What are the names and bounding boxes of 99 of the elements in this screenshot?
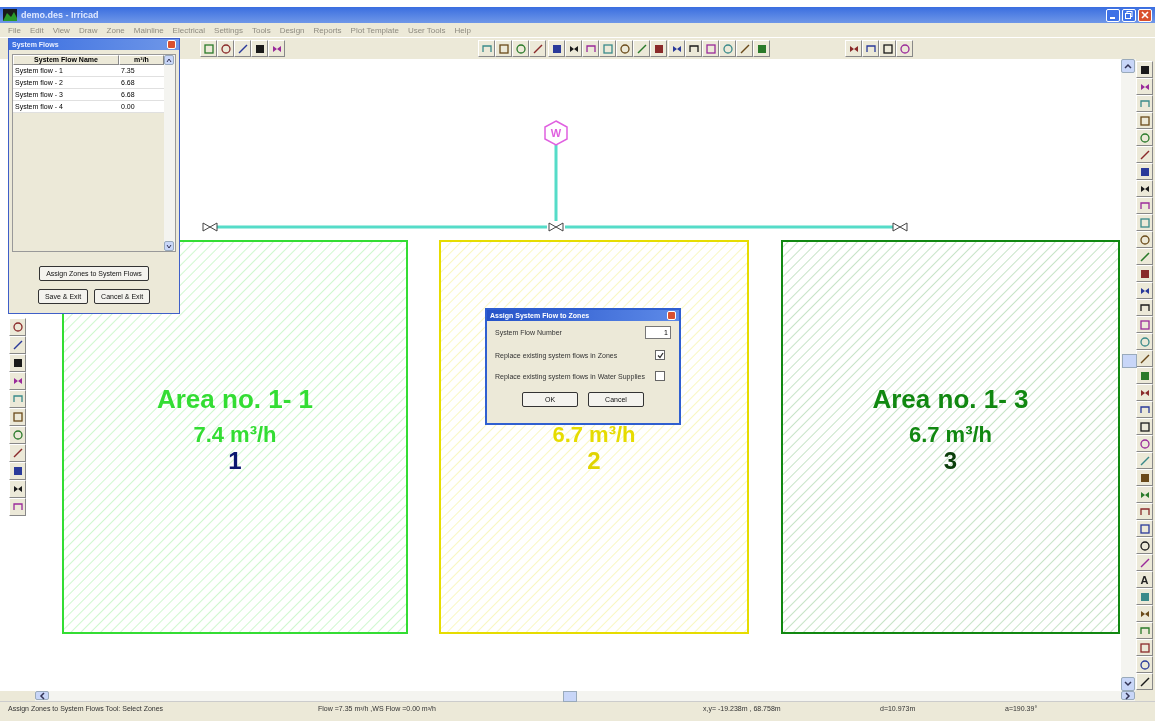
toolbar-button[interactable] [251, 40, 268, 57]
chevron-down-icon [1124, 681, 1132, 687]
chevron-left-icon [39, 691, 45, 700]
zone-flow: 6.7 m³/h [552, 422, 636, 447]
square-icon [600, 41, 615, 56]
toolbar-button[interactable] [685, 40, 702, 57]
toolbar-button[interactable] [268, 40, 285, 57]
scroll-thumb[interactable] [1122, 354, 1137, 368]
square-icon [880, 41, 895, 56]
toolbar-button[interactable] [1136, 282, 1153, 299]
toolbar-button[interactable] [1136, 146, 1153, 163]
circle-icon [1137, 657, 1152, 672]
toolbar-button[interactable] [879, 40, 896, 57]
toolbar-button[interactable] [1136, 384, 1153, 401]
toolbar-button[interactable] [1136, 469, 1153, 486]
circle-icon [1137, 334, 1152, 349]
toolbar-button[interactable] [217, 40, 234, 57]
toolbar-button[interactable] [1136, 265, 1153, 282]
toolbar-button[interactable] [565, 40, 582, 57]
valve-icon [548, 222, 564, 232]
toolbar-button[interactable] [1136, 656, 1153, 673]
minimize-button[interactable] [1106, 8, 1120, 22]
circle-icon [10, 320, 25, 334]
zone-flow: 7.4 m³/h [193, 422, 277, 447]
horizontal-scrollbar[interactable] [35, 691, 1135, 701]
app-icon [3, 9, 17, 21]
circle-icon [617, 41, 632, 56]
circle-icon [1137, 232, 1152, 247]
toolbar-button[interactable] [1136, 180, 1153, 197]
toolbar-button[interactable] [1136, 418, 1153, 435]
toolbar-button[interactable] [9, 480, 26, 498]
restore-icon [1125, 11, 1133, 19]
close-button[interactable] [667, 311, 676, 320]
valve-icon [202, 222, 218, 232]
close-button[interactable] [167, 40, 176, 49]
vertical-scrollbar[interactable] [1121, 59, 1136, 691]
checkbox[interactable] [655, 371, 665, 381]
restore-button[interactable] [1122, 8, 1136, 22]
toolbar-button[interactable] [548, 40, 565, 57]
square-icon [1137, 215, 1152, 230]
chevron-right-icon [1125, 691, 1131, 700]
square-icon [496, 41, 511, 56]
toolbar-button[interactable] [1136, 299, 1153, 316]
circle-icon [720, 41, 735, 56]
circle-icon [897, 41, 912, 56]
zone-number: 2 [587, 447, 601, 474]
toolbar-button[interactable] [234, 40, 251, 57]
toolbar-button[interactable] [9, 372, 26, 390]
square-icon [1137, 113, 1152, 128]
toolbar-button[interactable] [845, 40, 862, 57]
check-icon [656, 351, 664, 359]
chevron-up-icon [166, 57, 172, 63]
zone-number: 1 [228, 447, 242, 474]
zone-title: Area no. 1- 1 [156, 384, 314, 414]
square-icon [1137, 419, 1152, 434]
toolbar-button[interactable] [9, 444, 26, 462]
zone-number: 3 [943, 447, 958, 474]
water-source-label: W [550, 127, 562, 139]
zone-flow: 6.7 m³/h [908, 422, 993, 447]
checkbox[interactable] [655, 350, 665, 360]
scroll-thumb[interactable] [563, 691, 577, 702]
toolbar-button[interactable] [1136, 554, 1153, 571]
toolbar-button[interactable] [9, 354, 26, 372]
toolbar-button[interactable] [9, 462, 26, 480]
toolbar-button[interactable] [9, 318, 26, 336]
square-icon [10, 410, 25, 424]
toolbar-button[interactable] [1136, 78, 1153, 95]
chevron-down-icon [166, 243, 172, 249]
square-icon [1137, 521, 1152, 536]
window-title: demo.des - Irricad [21, 10, 99, 20]
square-icon [1137, 317, 1152, 332]
chevron-up-icon [1124, 63, 1132, 69]
water-source-icon [544, 120, 568, 146]
toolbar-button[interactable] [668, 40, 685, 57]
valve-icon [892, 222, 908, 232]
square-icon [703, 41, 718, 56]
vertical-scrollbar[interactable] [164, 55, 175, 251]
toolbar-button[interactable] [1136, 163, 1153, 180]
square-icon [201, 41, 216, 56]
toolbar-button[interactable] [1136, 673, 1153, 690]
close-button[interactable] [1138, 8, 1152, 22]
circle-icon [1137, 130, 1152, 145]
toolbar-button[interactable] [9, 336, 26, 354]
text-tool-button[interactable]: A [1136, 571, 1153, 588]
square-icon [1137, 640, 1152, 655]
circle-icon [10, 428, 25, 442]
circle-icon [513, 41, 528, 56]
zone-title: Area no. 1- 3 [872, 384, 1029, 414]
circle-icon [218, 41, 233, 56]
toolbar-button[interactable] [1136, 61, 1153, 78]
circle-icon [1137, 436, 1152, 451]
circle-icon [1137, 538, 1152, 553]
toolbar-button[interactable] [1136, 350, 1153, 367]
toolbar-button[interactable] [736, 40, 753, 57]
toolbar-button[interactable] [650, 40, 667, 57]
close-icon [1141, 11, 1149, 19]
toolbar-button[interactable] [1136, 605, 1153, 622]
toolbar-button[interactable] [529, 40, 546, 57]
toolbar-button[interactable] [1136, 537, 1153, 554]
